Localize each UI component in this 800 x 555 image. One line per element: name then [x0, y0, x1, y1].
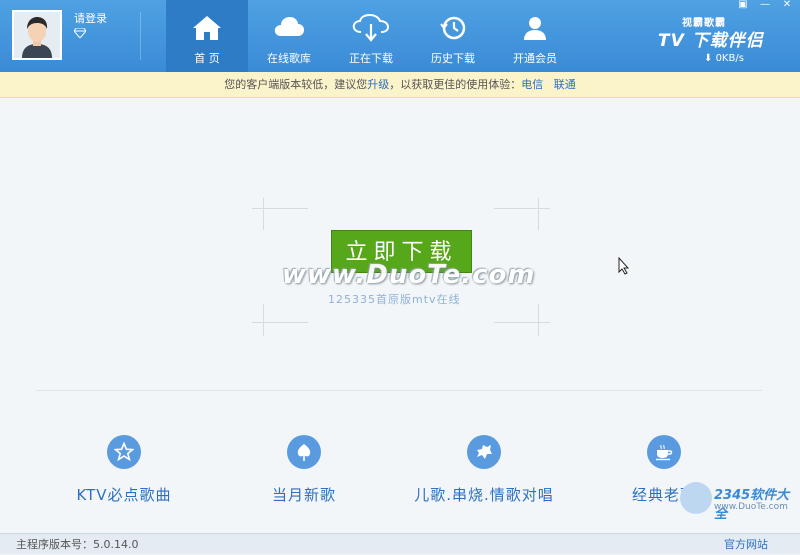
brand-logo: 视霸歌霸 TV 下载伴侣: [648, 14, 768, 51]
restore-button[interactable]: ▣: [734, 0, 752, 10]
crop-mark: [263, 304, 264, 336]
crop-mark: [538, 304, 539, 336]
crop-mark: [252, 322, 308, 323]
close-button[interactable]: ✕: [778, 0, 796, 10]
crop-mark: [494, 208, 550, 209]
download-speed: ⬇ 0KB/s: [704, 53, 744, 64]
nav-online-library-label: 在线歌库: [267, 52, 311, 65]
avatar-image: [14, 12, 60, 58]
member-icon: [524, 17, 546, 40]
puzzle-icon: [467, 435, 501, 469]
overlay-logo-url: www.DuoTe.com: [714, 502, 788, 512]
nav-downloading[interactable]: 正在下载: [330, 0, 412, 72]
home-icon: [193, 16, 221, 40]
notice-middle: ，以获取更佳的使用体验：: [389, 78, 522, 91]
nav-home[interactable]: 首 页: [166, 0, 248, 72]
cloud-icon: [274, 17, 304, 36]
download-speed-value: 0KB/s: [715, 53, 744, 64]
category-new-songs-label: 当月新歌: [271, 486, 336, 504]
overlay-logo: 2345软件大全 www.DuoTe.com: [670, 482, 800, 532]
minimize-button[interactable]: —: [756, 0, 774, 10]
notice-prefix: 您的客户端版本较低，建议您: [224, 78, 368, 91]
category-ktv[interactable]: KTV必点歌曲: [34, 435, 214, 515]
nav-home-label: 首 页: [194, 52, 220, 65]
header-separator: [140, 12, 141, 60]
crop-mark: [252, 208, 308, 209]
upgrade-notice: 您的客户端版本较低，建议您升级，以获取更佳的使用体验：电信 联通: [0, 72, 800, 98]
section-divider: [36, 390, 762, 391]
diamond-icon: [73, 27, 87, 41]
login-link[interactable]: 请登录: [74, 10, 107, 26]
category-kids-duets-label: 儿歌.串烧.情歌对唱: [414, 486, 554, 504]
nav-online-library[interactable]: 在线歌库: [248, 0, 330, 72]
status-bar: 主程序版本号：5.0.14.0 官方网站: [0, 533, 800, 554]
leaf-icon: [287, 435, 321, 469]
arrow-down-icon: ⬇: [704, 53, 716, 64]
crop-mark: [494, 322, 550, 323]
main-panel: 立即下载 www.DuoTe.com 125335首原版mtv在线 KTV必点歌…: [0, 98, 800, 533]
mascot-icon: [680, 482, 712, 514]
history-icon: [440, 16, 466, 40]
nav-history-label: 历史下载: [431, 52, 475, 65]
nav-history[interactable]: 历史下载: [412, 0, 494, 72]
window-controls: ▣ — ✕: [734, 0, 796, 10]
brand-title: TV 下载伴侣: [658, 31, 764, 51]
unicom-link[interactable]: 联通: [554, 78, 576, 91]
cloud-download-icon: [352, 14, 390, 42]
crop-mark: [263, 198, 264, 230]
mtv-count-text: 125335首原版mtv在线: [328, 293, 461, 306]
upgrade-link[interactable]: 升级: [367, 78, 389, 91]
telecom-link[interactable]: 电信: [521, 78, 543, 91]
version-text: 主程序版本号：5.0.14.0: [16, 538, 139, 551]
nav-membership-label: 开通会员: [513, 52, 557, 65]
nav-downloading-label: 正在下载: [349, 52, 393, 65]
category-ktv-label: KTV必点歌曲: [76, 486, 172, 504]
crop-mark: [538, 198, 539, 230]
category-new-songs[interactable]: 当月新歌: [214, 435, 394, 515]
main-nav: 首 页 在线歌库 正在下载 历史下载 开通会员: [166, 0, 576, 72]
star-icon: [107, 435, 141, 469]
nav-membership[interactable]: 开通会员: [494, 0, 576, 72]
mouse-cursor-icon: [618, 256, 630, 279]
cup-icon: [647, 435, 681, 469]
category-kids-duets[interactable]: 儿歌.串烧.情歌对唱: [394, 435, 574, 515]
official-site-link[interactable]: 官方网站: [724, 534, 768, 555]
avatar[interactable]: [12, 10, 62, 60]
site-watermark: www.DuoTe.com: [282, 260, 536, 290]
header-bar: 请登录 首 页 在线歌库 正在下载 历史下载 开通会员 ▣ — ✕ 视霸歌霸 T…: [0, 0, 800, 72]
